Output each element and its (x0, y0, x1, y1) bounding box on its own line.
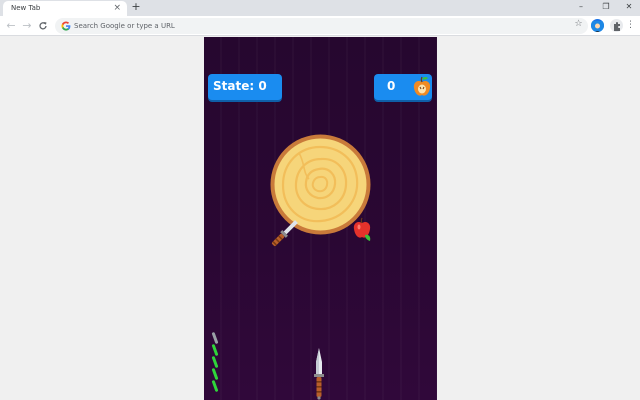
apple-score-panel: 0 (374, 74, 432, 100)
extensions-button[interactable] (610, 19, 623, 32)
state-label: State: 0 (213, 79, 267, 93)
minimize-button[interactable]: – (574, 1, 588, 14)
close-window-button[interactable]: ✕ (622, 1, 636, 14)
target-apple[interactable] (351, 216, 375, 242)
omnibox-input[interactable] (74, 19, 554, 33)
forward-button[interactable]: → (20, 19, 34, 33)
tab-strip: New Tab × + – ❐ ✕ (0, 0, 640, 16)
browser-menu-button[interactable]: ⋮ (626, 19, 635, 33)
google-g-icon (61, 21, 71, 31)
knife-counter-active (211, 356, 219, 368)
profile-avatar[interactable] (591, 19, 604, 32)
game-canvas[interactable]: State: 0 0 (204, 37, 437, 400)
tab-new-tab[interactable]: New Tab × (3, 1, 127, 16)
avatar-image (591, 21, 604, 32)
knife-counter-active (211, 344, 219, 356)
tab-title: New Tab (11, 4, 41, 12)
knife-counter-used (211, 332, 219, 344)
knife-counter-active (211, 368, 219, 380)
omnibox[interactable] (55, 18, 588, 34)
puzzle-icon (614, 22, 620, 31)
knife-counter-active (211, 380, 219, 392)
back-button[interactable]: ← (4, 19, 18, 33)
new-tab-button[interactable]: + (130, 1, 142, 14)
restore-button[interactable]: ❐ (599, 1, 613, 14)
reload-button[interactable] (36, 19, 50, 33)
knives-remaining-counter (211, 332, 219, 392)
toolbar: ← → ☆ ⋮ (0, 16, 640, 36)
tab-close-icon[interactable]: × (113, 2, 121, 14)
bookmark-star-icon[interactable]: ☆ (572, 18, 585, 31)
player-knife[interactable] (312, 348, 326, 400)
stuck-knife (271, 220, 298, 247)
apple-count: 0 (387, 79, 396, 93)
apple-icon (413, 76, 431, 96)
reload-icon (39, 22, 47, 30)
state-panel: State: 0 (208, 74, 282, 100)
